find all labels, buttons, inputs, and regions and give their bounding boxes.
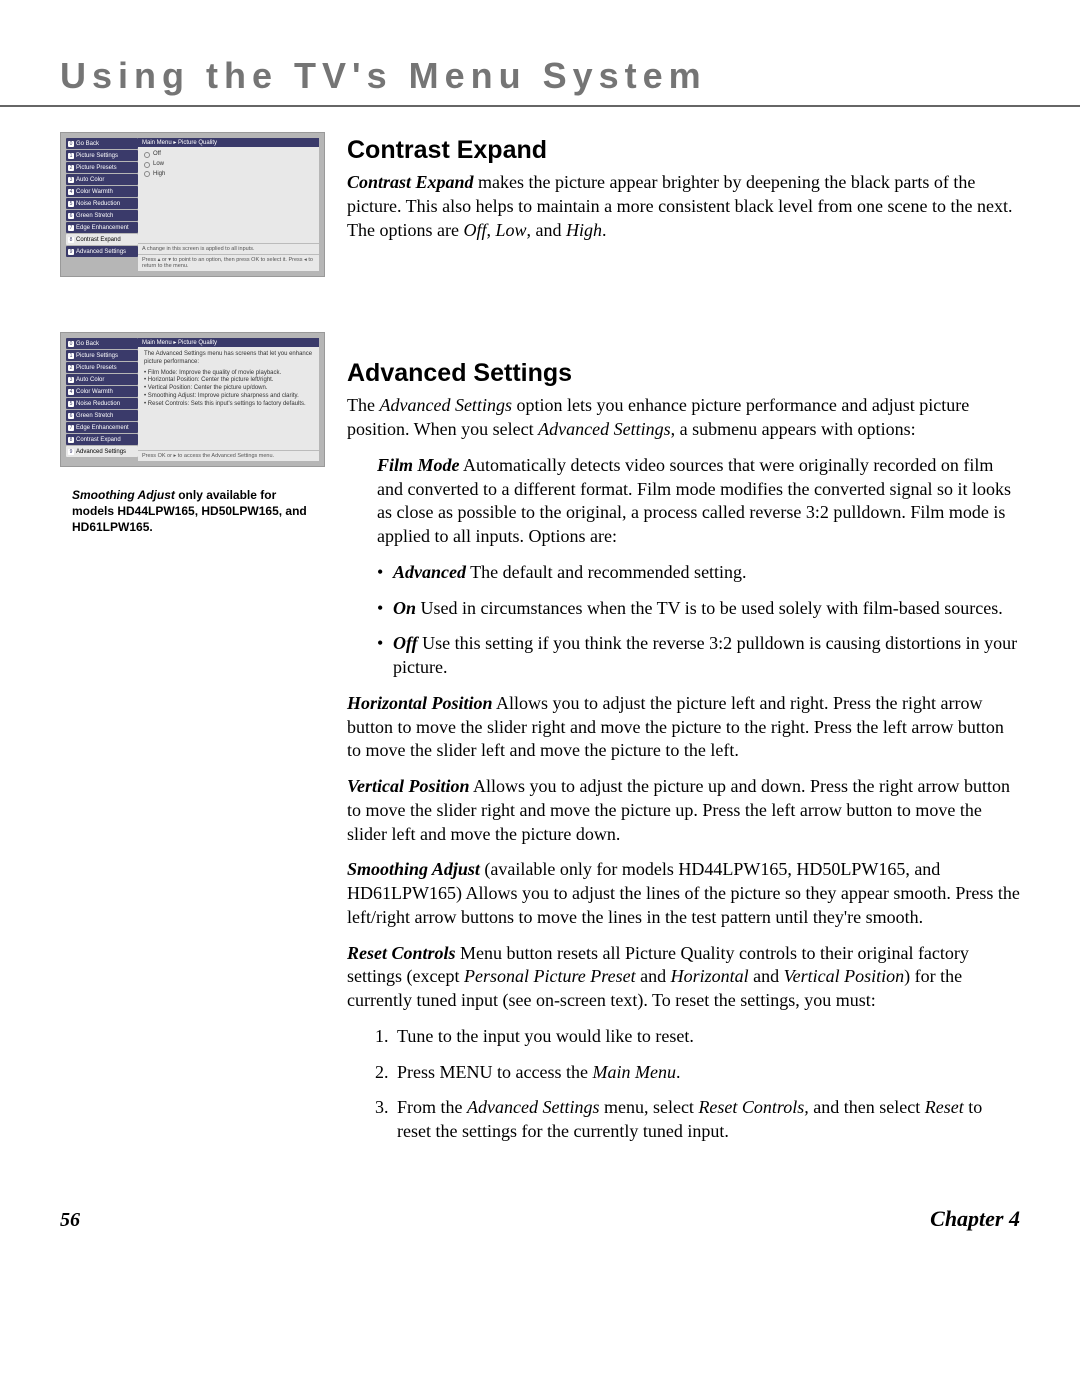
menu-item: 6Green Stretch: [66, 210, 138, 221]
menu-item: 1Picture Settings: [66, 150, 138, 161]
menu-item: 7Edge Enhancement: [66, 222, 138, 233]
availability-note: Smoothing Adjust only available for mode…: [60, 481, 325, 536]
step-1: 1.Tune to the input you would like to re…: [347, 1025, 1020, 1049]
menu-item: 2Picture Presets: [66, 162, 138, 173]
right-column: Contrast Expand Contrast Expand makes th…: [347, 132, 1020, 1156]
menu-item: 5Noise Reduction: [66, 398, 138, 409]
menu-hint: Press ▴ or ▾ to point to an option, then…: [138, 254, 319, 271]
menu-item: 9Advanced Settings: [66, 446, 138, 457]
menu-item: 3Auto Color: [66, 174, 138, 185]
page-header: Using the TV's Menu System: [0, 0, 1080, 107]
menu-screenshot-advanced-settings: 0Go Back1Picture Settings2Picture Preset…: [60, 332, 325, 467]
reset-controls-paragraph: Reset Controls Menu button resets all Pi…: [347, 942, 1020, 1013]
menu-item: 4Color Warmth: [66, 386, 138, 397]
menu-item: 6Green Stretch: [66, 410, 138, 421]
section-heading-advanced-settings: Advanced Settings: [347, 357, 1020, 390]
menu-item: 8Contrast Expand: [66, 234, 138, 245]
film-mode-paragraph: Film Mode Automatically detects video so…: [347, 454, 1020, 549]
menu-item: 7Edge Enhancement: [66, 422, 138, 433]
menu-item: 8Contrast Expand: [66, 434, 138, 445]
breadcrumb: Main Menu ▸ Picture Quality: [138, 138, 319, 147]
menu-item: 4Color Warmth: [66, 186, 138, 197]
menu-item: 0Go Back: [66, 138, 138, 149]
menu-hint: A change in this screen is applied to al…: [138, 243, 319, 254]
radio-option: Low: [144, 161, 313, 169]
page-title: Using the TV's Menu System: [60, 55, 1020, 97]
menu-item: 2Picture Presets: [66, 362, 138, 373]
radio-option: Off: [144, 151, 313, 159]
menu-item: 0Go Back: [66, 338, 138, 349]
smoothing-adjust-paragraph: Smoothing Adjust (available only for mod…: [347, 858, 1020, 929]
bullet-on: On Used in circumstances when the TV is …: [347, 597, 1020, 621]
page-footer: 56 Chapter 4: [0, 1156, 1080, 1232]
breadcrumb: Main Menu ▸ Picture Quality: [138, 338, 319, 347]
step-2: 2.Press MENU to access the Main Menu.: [347, 1061, 1020, 1085]
content-columns: 0Go Back1Picture Settings2Picture Preset…: [0, 132, 1080, 1156]
menu-hint: Press OK or ▸ to access the Advanced Set…: [138, 450, 319, 461]
chapter-label: Chapter 4: [930, 1206, 1020, 1232]
horizontal-position-paragraph: Horizontal Position Allows you to adjust…: [347, 692, 1020, 763]
bullet-advanced: Advanced The default and recommended set…: [347, 561, 1020, 585]
step-3: 3.From the Advanced Settings menu, selec…: [347, 1096, 1020, 1144]
menu-item: 3Auto Color: [66, 374, 138, 385]
vertical-position-paragraph: Vertical Position Allows you to adjust t…: [347, 775, 1020, 846]
contrast-expand-description: Contrast Expand makes the picture appear…: [347, 171, 1020, 242]
menu-item: 9Advanced Settings: [66, 246, 138, 257]
left-column: 0Go Back1Picture Settings2Picture Preset…: [60, 132, 325, 1156]
page-number: 56: [60, 1209, 80, 1232]
advanced-settings-intro: The Advanced Settings option lets you en…: [347, 394, 1020, 442]
menu-screenshot-contrast-expand: 0Go Back1Picture Settings2Picture Preset…: [60, 132, 325, 277]
bullet-off: Off Use this setting if you think the re…: [347, 632, 1020, 680]
radio-option: High: [144, 171, 313, 179]
note-lead: Smoothing Adjust: [72, 488, 175, 502]
menu-item: 5Noise Reduction: [66, 198, 138, 209]
menu-item: 1Picture Settings: [66, 350, 138, 361]
section-heading-contrast-expand: Contrast Expand: [347, 134, 1020, 167]
